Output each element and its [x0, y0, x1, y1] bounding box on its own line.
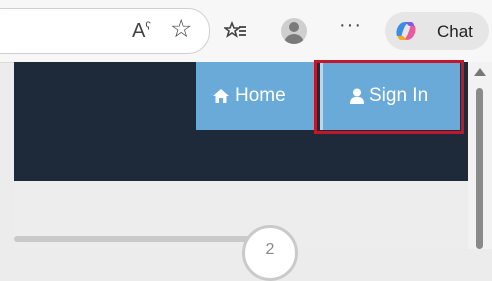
annotation-highlight-box	[314, 60, 464, 134]
stepper-progress-line	[14, 236, 254, 242]
browser-toolbar: Aʕ ☆ ··· Chat	[0, 0, 492, 63]
copilot-chat-button[interactable]: Chat	[385, 12, 489, 50]
profile-avatar-icon[interactable]	[281, 18, 307, 44]
read-aloud-icon[interactable]: Aʕ	[132, 21, 151, 41]
more-options-icon[interactable]: ···	[339, 15, 362, 35]
page-content: 2	[14, 181, 468, 281]
home-nav-button[interactable]: Home	[196, 62, 314, 130]
stepper-step-circle: 2	[242, 225, 298, 281]
scroll-up-arrow-icon[interactable]	[474, 68, 486, 76]
page-scrollbar[interactable]	[468, 62, 492, 249]
copilot-icon	[396, 22, 416, 40]
home-icon	[213, 89, 229, 103]
home-nav-label: Home	[235, 85, 286, 106]
scrollbar-thumb[interactable]	[476, 88, 483, 249]
chat-label: Chat	[437, 22, 473, 41]
favorites-list-icon[interactable]	[222, 18, 248, 46]
favorite-star-icon[interactable]: ☆	[170, 17, 192, 42]
